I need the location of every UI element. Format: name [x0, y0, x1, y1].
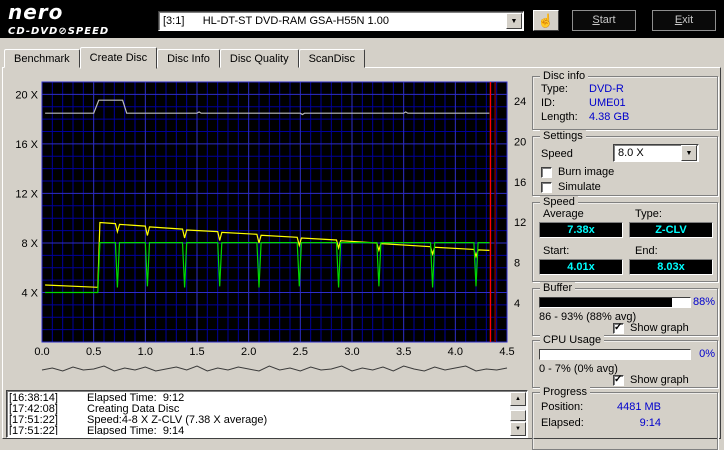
scroll-up-icon[interactable]	[510, 392, 526, 406]
drive-select-value: [3:1] HL-DT-ST DVD-RAM GSA-H55N 1.00	[163, 15, 389, 27]
cddvd-speed-logo-text: CD-DVD⊘SPEED	[8, 26, 110, 37]
disc-length-label: Length:	[541, 111, 578, 123]
x-axis-tick: 3.5	[396, 346, 411, 358]
left-axis-tick: 4 X	[21, 287, 38, 299]
start-speed-display: 4.01x	[539, 259, 623, 275]
elapsed-label: Elapsed:	[541, 417, 584, 429]
average-label: Average	[543, 208, 584, 220]
scrollbar-thumb[interactable]	[510, 410, 526, 421]
x-axis-tick: 4.0	[448, 346, 463, 358]
cpu-show-graph-label: Show graph	[630, 374, 689, 386]
cpu-usage-graph-line	[41, 365, 508, 372]
buffer-meter-fill	[540, 298, 672, 307]
left-axis-tick: 8 X	[21, 238, 38, 250]
start-speed-label: Start:	[543, 245, 570, 257]
plot-area	[42, 82, 507, 342]
settings-group: Settings Speed 8.0 X Burn image Simulate	[532, 130, 718, 196]
disc-id-value: UME01	[589, 97, 626, 109]
tab-benchmark[interactable]: Benchmark	[4, 49, 80, 68]
position-label: Position:	[541, 401, 584, 413]
speed-select-value: 8.0 X	[618, 147, 644, 159]
left-axis-tick: 12 X	[15, 188, 38, 200]
scroll-down-icon[interactable]	[510, 422, 526, 436]
x-axis-tick: 2.0	[241, 346, 256, 358]
status-log: [16:38:14] Elapsed Time: 9:12 [17:42:08] C…	[6, 390, 528, 438]
x-axis-tick: 2.5	[293, 346, 308, 358]
speed-group: Speed Average Type: 7.38x Z-CLV Start: E…	[532, 196, 718, 282]
disc-info-group: Disc info Type: DVD-R ID: UME01 Length: …	[532, 70, 718, 130]
tab-disc-info[interactable]: Disc Info	[157, 49, 220, 68]
exit-button[interactable]: Exit	[652, 10, 716, 31]
nero-logo-text: nero	[8, 0, 64, 24]
speed-type-display: Z-CLV	[629, 222, 713, 238]
right-axis-tick: 16	[514, 177, 526, 189]
status-log-lines: [16:38:14] Elapsed Time: 9:12 [17:42:08] C…	[9, 393, 509, 435]
cpu-usage-legend: CPU Usage	[540, 334, 605, 346]
tab-create-disc[interactable]: Create Disc	[79, 47, 158, 69]
settings-legend: Settings	[540, 130, 586, 142]
log-line: [17:51:22] Speed:4-8 X Z-CLV (7.38 X aver…	[9, 414, 268, 426]
cpu-percent: 0%	[699, 348, 715, 360]
right-axis-tick: 12	[514, 217, 526, 229]
x-axis-tick: 1.0	[138, 346, 153, 358]
disc-type-label: Type:	[541, 83, 568, 95]
disc-info-legend: Disc info	[540, 70, 589, 82]
buffer-show-graph-label: Show graph	[630, 322, 689, 334]
speed-legend: Speed	[540, 196, 578, 208]
eject-hand-button[interactable]	[533, 10, 559, 31]
average-speed-display: 7.38x	[539, 222, 623, 238]
left-axis-tick: 16 X	[15, 139, 38, 151]
tab-bar: Benchmark Create Disc Disc Info Disc Qua…	[4, 47, 366, 69]
speed-logo-icon: ⊘SPEED	[58, 26, 110, 37]
log-scrollbar[interactable]	[510, 392, 526, 436]
burn-image-label: Burn image	[558, 166, 615, 178]
buffer-group: Buffer 88% 86 - 93% (88% avg) Show graph	[532, 282, 718, 336]
start-button[interactable]: Start	[572, 10, 636, 31]
progress-group: Progress Position: 4481 MB Elapsed: 9:14	[532, 386, 718, 450]
cpu-meter	[539, 349, 691, 360]
chevron-down-icon[interactable]	[506, 13, 522, 29]
position-value: 4481 MB	[616, 401, 661, 413]
cpu-usage-group: CPU Usage 0% 0 - 7% (0% avg) Show graph	[532, 334, 718, 388]
x-axis-tick: 1.5	[189, 346, 204, 358]
x-axis-tick: 0.0	[34, 346, 49, 358]
type-label: Type:	[635, 208, 662, 220]
x-axis-tick: 3.0	[344, 346, 359, 358]
cpu-show-graph-checkbox[interactable]	[613, 374, 624, 386]
right-axis-tick: 4	[514, 298, 520, 310]
buffer-show-graph-checkbox[interactable]	[613, 322, 624, 334]
buffer-meter	[539, 297, 691, 308]
log-line: [16:38:14] Elapsed Time: 9:12	[9, 393, 185, 404]
nero-logo: nero CD-DVD⊘SPEED	[8, 0, 109, 37]
x-axis-tick: 4.5	[499, 346, 514, 358]
simulate-label: Simulate	[558, 181, 601, 193]
hand-icon	[538, 13, 554, 29]
disc-id-label: ID:	[541, 97, 556, 109]
progress-legend: Progress	[540, 386, 591, 398]
speed-select-combo[interactable]: 8.0 X	[613, 144, 699, 162]
buffer-percent: 88%	[692, 296, 715, 308]
x-axis-tick: 0.5	[86, 346, 101, 358]
disc-type-value: DVD-R	[589, 83, 624, 95]
tab-scandisc[interactable]: ScanDisc	[298, 49, 366, 68]
elapsed-value: 9:14	[639, 417, 661, 429]
tab-disc-quality[interactable]: Disc Quality	[219, 49, 299, 68]
end-speed-display: 8.03x	[629, 259, 713, 275]
disc-length-value: 4.38 GB	[589, 111, 630, 123]
left-axis-tick: 20 X	[15, 89, 38, 101]
drive-select-combo[interactable]: [3:1] HL-DT-ST DVD-RAM GSA-H55N 1.00	[158, 11, 524, 31]
cpu-range: 0 - 7% (0% avg)	[539, 363, 618, 375]
chevron-down-icon[interactable]	[681, 145, 697, 161]
write-speed-chart: 20 X 16 X 12 X 8 X 4 X 24 20 16 12 8 4 0.0 0.5 1.0 1.5…	[15, 81, 526, 372]
simulate-checkbox[interactable]	[541, 182, 552, 193]
log-line: [17:51:22] Elapsed Time: 9:14	[9, 425, 185, 436]
end-speed-label: End:	[635, 245, 658, 257]
header-bar: nero CD-DVD⊘SPEED [3:1] HL-DT-ST DVD-RAM…	[0, 0, 724, 38]
right-axis-tick: 8	[514, 258, 520, 270]
right-axis-tick: 24	[514, 96, 526, 108]
buffer-legend: Buffer	[540, 282, 576, 294]
right-axis-tick: 20	[514, 136, 526, 148]
speed-setting-label: Speed	[541, 148, 573, 160]
burn-image-checkbox[interactable]	[541, 167, 552, 178]
